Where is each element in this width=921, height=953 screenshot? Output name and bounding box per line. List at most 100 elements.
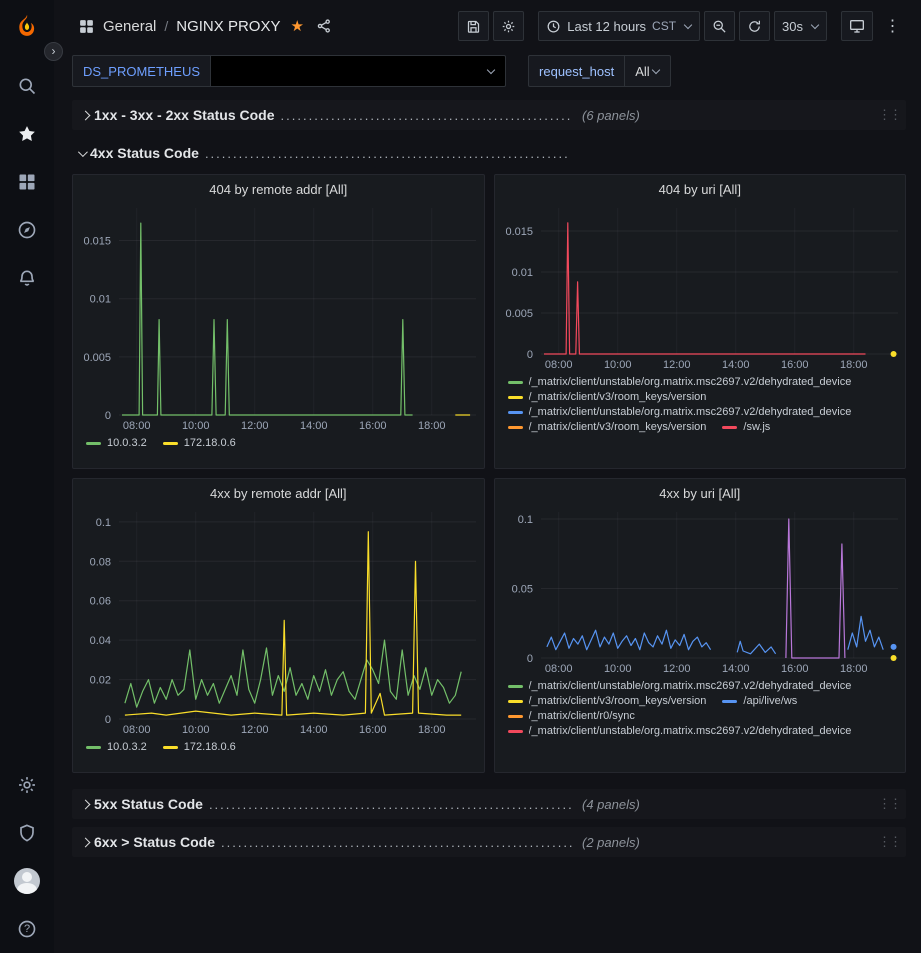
- save-dashboard-button[interactable]: [458, 11, 489, 41]
- svg-text:0.01: 0.01: [511, 267, 532, 279]
- panel-title[interactable]: 4xx by remote addr [All]: [73, 479, 484, 504]
- time-series-chart[interactable]: 00.050.108:0010:0012:0014:0016:0018:00: [495, 504, 906, 676]
- grafana-app: ›: [0, 0, 921, 953]
- legend-swatch: [722, 426, 737, 429]
- zoom-out-time-button[interactable]: [704, 11, 735, 41]
- row-6xx[interactable]: 6xx > Status Code ......................…: [72, 827, 906, 857]
- row-4xx[interactable]: 4xx Status Code ........................…: [72, 138, 906, 168]
- zoom-out-icon: [712, 19, 727, 34]
- share-icon[interactable]: [316, 18, 332, 34]
- server-admin-shield-icon[interactable]: [7, 813, 47, 853]
- panel-title[interactable]: 4xx by uri [All]: [495, 479, 906, 504]
- svg-text:0.08: 0.08: [90, 556, 111, 568]
- chevron-down-icon: [72, 150, 90, 157]
- alerting-bell-icon[interactable]: [7, 258, 47, 298]
- svg-text:0.005: 0.005: [83, 352, 111, 364]
- svg-text:14:00: 14:00: [300, 724, 328, 736]
- tv-mode-button[interactable]: [841, 11, 873, 41]
- chart-legend: /_matrix/client/unstable/org.matrix.msc2…: [495, 676, 906, 772]
- sidebar-bottom-menu: ?: [7, 761, 47, 953]
- row-panel-count: (6 panels): [582, 108, 640, 123]
- row-5xx[interactable]: 5xx Status Code ........................…: [72, 789, 906, 819]
- help-icon[interactable]: ?: [7, 909, 47, 949]
- legend-item[interactable]: /_matrix/client/r0/sync: [508, 710, 635, 722]
- svg-text:0: 0: [105, 714, 111, 726]
- breadcrumb-separator: /: [164, 18, 168, 34]
- starred-dashboards-icon[interactable]: [7, 114, 47, 154]
- row-1xx-3xx-2xx[interactable]: 1xx - 3xx - 2xx Status Code ............…: [72, 100, 906, 130]
- user-avatar[interactable]: [7, 861, 47, 901]
- dashboard-settings-button[interactable]: [493, 11, 524, 41]
- refresh-icon: [747, 19, 762, 34]
- legend-swatch: [508, 685, 523, 688]
- legend-label: /_matrix/client/unstable/org.matrix.msc2…: [529, 680, 852, 692]
- refresh-interval-picker[interactable]: 30s: [774, 11, 827, 41]
- breadcrumb-section[interactable]: General: [103, 18, 156, 35]
- dashboards-icon[interactable]: [7, 162, 47, 202]
- panel-title[interactable]: 404 by uri [All]: [495, 175, 906, 200]
- legend-label: /sw.js: [743, 421, 770, 433]
- legend-item[interactable]: /_matrix/client/v3/room_keys/version: [508, 391, 707, 403]
- legend-item[interactable]: /_matrix/client/unstable/org.matrix.msc2…: [508, 406, 852, 418]
- request-host-variable-select[interactable]: All: [625, 55, 670, 87]
- chevron-down-icon: [487, 65, 495, 73]
- svg-text:0.015: 0.015: [83, 236, 111, 248]
- panel-title[interactable]: 404 by remote addr [All]: [73, 175, 484, 200]
- svg-text:10:00: 10:00: [603, 663, 631, 675]
- legend-item[interactable]: /_matrix/client/unstable/org.matrix.msc2…: [508, 680, 852, 692]
- time-range-picker[interactable]: Last 12 hours CST: [538, 11, 700, 41]
- legend-item[interactable]: /_matrix/client/v3/room_keys/version: [508, 695, 707, 707]
- legend-swatch: [86, 442, 101, 445]
- chevron-right-icon: [76, 801, 94, 808]
- save-icon: [466, 19, 481, 34]
- svg-text:0.1: 0.1: [96, 517, 111, 529]
- legend-item[interactable]: 172.18.0.6: [163, 437, 236, 449]
- chevron-down-icon: [651, 65, 659, 73]
- svg-text:0.02: 0.02: [90, 675, 111, 687]
- svg-text:12:00: 12:00: [662, 359, 690, 371]
- legend-swatch: [722, 700, 737, 703]
- more-options-button[interactable]: ⋮: [877, 11, 907, 41]
- time-series-chart[interactable]: 00.0050.010.01508:0010:0012:0014:0016:00…: [495, 200, 906, 372]
- datasource-variable-select[interactable]: [211, 55, 506, 87]
- page-title[interactable]: NGINX PROXY: [176, 18, 280, 35]
- time-series-chart[interactable]: 00.020.040.060.080.108:0010:0012:0014:00…: [73, 504, 484, 737]
- chevron-right-icon: [76, 112, 94, 119]
- row-title: 6xx > Status Code: [94, 834, 215, 850]
- search-icon[interactable]: [7, 66, 47, 106]
- grafana-logo[interactable]: [10, 10, 44, 44]
- svg-text:0.005: 0.005: [505, 308, 533, 320]
- favorite-star-icon[interactable]: ★: [290, 17, 303, 35]
- svg-text:0: 0: [105, 410, 111, 422]
- row-drag-handle[interactable]: ⋮⋮: [876, 834, 902, 850]
- time-series-chart[interactable]: 00.0050.010.01508:0010:0012:0014:0016:00…: [73, 200, 484, 433]
- row-drag-handle[interactable]: ⋮⋮: [876, 107, 902, 123]
- svg-text:0.05: 0.05: [511, 583, 532, 595]
- legend-item[interactable]: 10.0.3.2: [86, 437, 147, 449]
- legend-swatch: [163, 442, 178, 445]
- panel-404-by-remote-addr: 404 by remote addr [All] 00.0050.010.015…: [72, 174, 485, 469]
- legend-swatch: [163, 746, 178, 749]
- legend-item[interactable]: 10.0.3.2: [86, 741, 147, 753]
- legend-item[interactable]: /api/live/ws: [722, 695, 797, 707]
- explore-compass-icon[interactable]: [7, 210, 47, 250]
- legend-item[interactable]: /_matrix/client/unstable/org.matrix.msc2…: [508, 376, 852, 388]
- legend-label: /_matrix/client/unstable/org.matrix.msc2…: [529, 376, 852, 388]
- sidebar-expand-button[interactable]: ›: [44, 42, 63, 61]
- legend-swatch: [508, 411, 523, 414]
- legend-item[interactable]: 172.18.0.6: [163, 741, 236, 753]
- legend-item[interactable]: /sw.js: [722, 421, 770, 433]
- timezone-label: CST: [652, 19, 676, 33]
- apps-grid-icon[interactable]: [78, 18, 95, 35]
- legend-item[interactable]: /_matrix/client/v3/room_keys/version: [508, 421, 707, 433]
- legend-label: /_matrix/client/unstable/org.matrix.msc2…: [529, 406, 852, 418]
- settings-gear-icon[interactable]: [7, 765, 47, 805]
- chart-legend: /_matrix/client/unstable/org.matrix.msc2…: [495, 372, 906, 468]
- row-leader-dots: ........................................…: [205, 146, 568, 161]
- svg-text:18:00: 18:00: [418, 420, 446, 432]
- datasource-variable-label: DS_PROMETHEUS: [72, 55, 211, 87]
- legend-item[interactable]: /_matrix/client/unstable/org.matrix.msc2…: [508, 725, 852, 737]
- row-drag-handle[interactable]: ⋮⋮: [876, 796, 902, 812]
- refresh-button[interactable]: [739, 11, 770, 41]
- svg-text:12:00: 12:00: [662, 663, 690, 675]
